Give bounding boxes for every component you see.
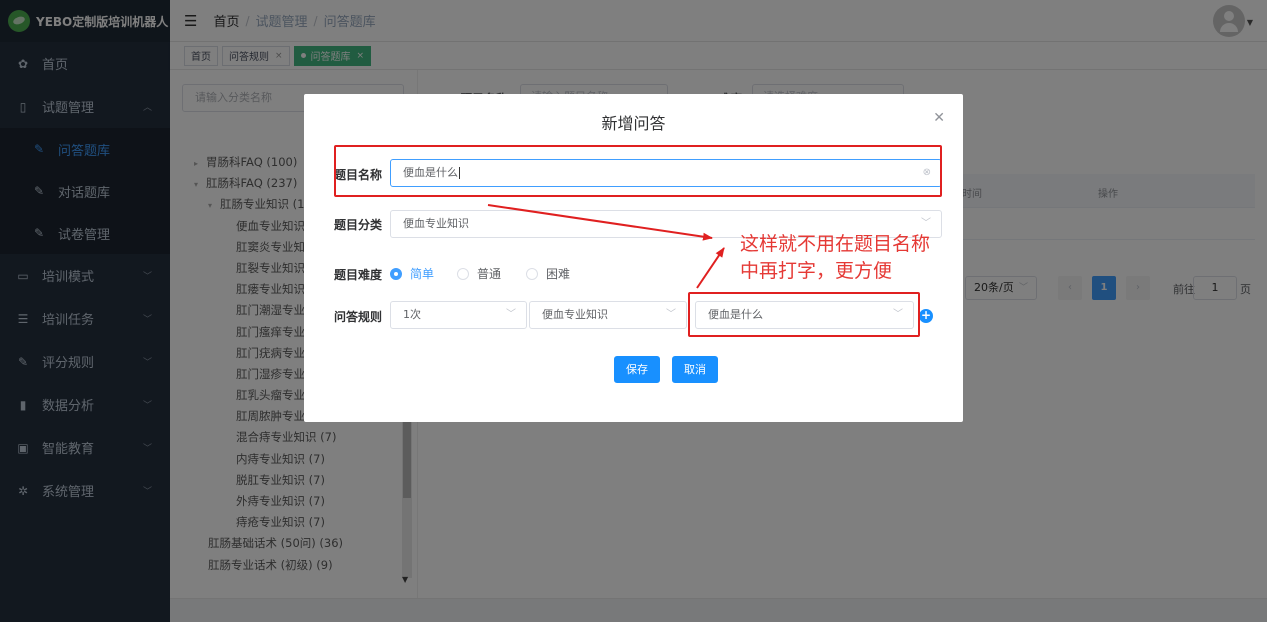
radio-label: 困难 — [546, 267, 571, 281]
annotation-text-line2: 中再打字，更方便 — [740, 260, 893, 282]
chevron-down-icon: ﹀ — [666, 309, 676, 320]
radio-circle — [390, 267, 402, 280]
radio-label: 简单 — [410, 267, 435, 281]
question-category-label: 题目分类 — [334, 218, 383, 232]
question-difficulty-label: 题目难度 — [334, 268, 383, 282]
rule-count-value: 1次 — [403, 308, 421, 321]
rule-category-select[interactable]: 便血专业知识 ﹀ — [529, 301, 687, 329]
dialog-title: 新增问答 — [601, 114, 666, 133]
cancel-button[interactable]: 取消 — [672, 356, 718, 383]
add-rule-button[interactable]: + — [919, 309, 933, 323]
save-button[interactable]: 保存 — [614, 356, 660, 383]
radio-label: 普通 — [477, 267, 502, 281]
chevron-down-icon: ﹀ — [506, 309, 516, 320]
annotation-box-rule-question — [688, 292, 920, 337]
difficulty-radio-hard[interactable]: 困难 — [526, 265, 570, 282]
add-qa-dialog: 新增问答 ✕ 题目名称 便血是什么 ⊗ 题目分类 便血专业知识 ﹀ 题目难度 简… — [304, 94, 963, 422]
qa-rule-label: 问答规则 — [334, 310, 383, 324]
difficulty-radio-normal[interactable]: 普通 — [457, 265, 501, 282]
question-category-value: 便血专业知识 — [403, 217, 469, 230]
annotation-box-question-name — [334, 145, 942, 197]
annotation-text-line1: 这样就不用在题目名称 — [740, 233, 931, 255]
close-icon[interactable]: ✕ — [933, 110, 945, 126]
radio-circle — [457, 267, 469, 280]
rule-category-value: 便血专业知识 — [542, 308, 608, 321]
rule-count-select[interactable]: 1次 ﹀ — [390, 301, 527, 329]
difficulty-radio-easy[interactable]: 简单 — [390, 265, 434, 282]
radio-circle — [526, 267, 538, 280]
